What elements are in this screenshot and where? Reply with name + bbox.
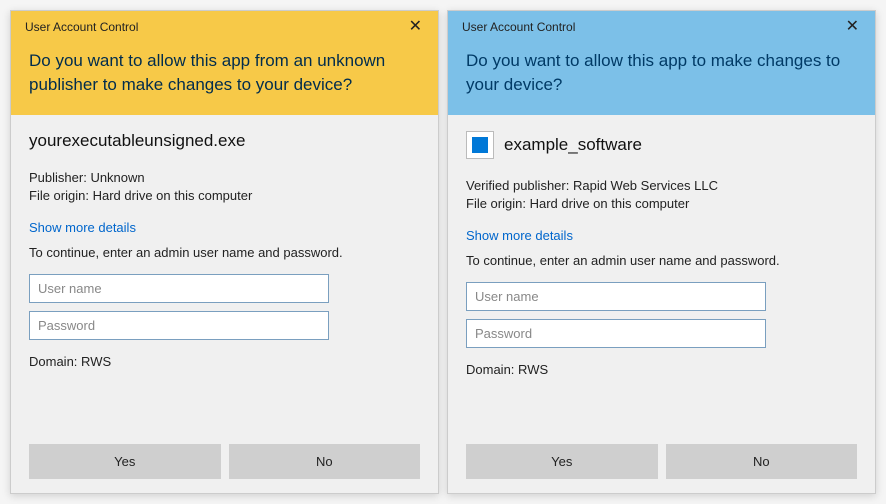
app-line: example_software (466, 131, 857, 159)
titlebar-text: User Account Control (462, 20, 575, 34)
app-line: yourexecutableunsigned.exe (29, 131, 420, 151)
app-icon-inner (472, 137, 488, 153)
yes-button[interactable]: Yes (29, 444, 221, 479)
dialog-body: yourexecutableunsigned.exe Publisher: Un… (11, 115, 438, 493)
yes-button[interactable]: Yes (466, 444, 658, 479)
no-button[interactable]: No (666, 444, 858, 479)
credential-instruction: To continue, enter an admin user name an… (466, 253, 857, 268)
close-icon[interactable]: ✕ (840, 17, 865, 37)
publisher-value: Rapid Web Services LLC (573, 178, 718, 193)
button-row: Yes No (29, 444, 420, 479)
origin-value: Hard drive on this computer (93, 188, 253, 203)
credential-instruction: To continue, enter an admin user name an… (29, 245, 420, 260)
domain-label: Domain: (29, 354, 77, 369)
titlebar: User Account Control ✕ (448, 11, 875, 41)
app-meta: Publisher: Unknown File origin: Hard dri… (29, 169, 420, 207)
origin-row: File origin: Hard drive on this computer (29, 187, 420, 206)
domain-label: Domain: (466, 362, 514, 377)
show-more-details-link[interactable]: Show more details (466, 228, 857, 243)
no-button[interactable]: No (229, 444, 421, 479)
titlebar-text: User Account Control (25, 20, 138, 34)
uac-heading: Do you want to allow this app from an un… (11, 41, 438, 115)
app-icon (466, 131, 494, 159)
password-input[interactable] (466, 319, 766, 348)
origin-value: Hard drive on this computer (530, 196, 690, 211)
domain-value: RWS (81, 354, 111, 369)
uac-dialog-verified: User Account Control ✕ Do you want to al… (447, 10, 876, 494)
origin-label: File origin: (466, 196, 526, 211)
password-input[interactable] (29, 311, 329, 340)
uac-dialog-unsigned: User Account Control ✕ Do you want to al… (10, 10, 439, 494)
domain-row: Domain: RWS (29, 354, 420, 369)
domain-row: Domain: RWS (466, 362, 857, 377)
publisher-value: Unknown (90, 170, 144, 185)
username-input[interactable] (466, 282, 766, 311)
publisher-label: Verified publisher: (466, 178, 569, 193)
titlebar: User Account Control ✕ (11, 11, 438, 41)
app-name: yourexecutableunsigned.exe (29, 131, 245, 151)
publisher-label: Publisher: (29, 170, 87, 185)
domain-value: RWS (518, 362, 548, 377)
username-input[interactable] (29, 274, 329, 303)
publisher-row: Publisher: Unknown (29, 169, 420, 188)
origin-label: File origin: (29, 188, 89, 203)
button-row: Yes No (466, 444, 857, 479)
app-meta: Verified publisher: Rapid Web Services L… (466, 177, 857, 215)
show-more-details-link[interactable]: Show more details (29, 220, 420, 235)
uac-heading: Do you want to allow this app to make ch… (448, 41, 875, 115)
app-name: example_software (504, 135, 642, 155)
dialog-body: example_software Verified publisher: Rap… (448, 115, 875, 493)
close-icon[interactable]: ✕ (403, 17, 428, 37)
origin-row: File origin: Hard drive on this computer (466, 195, 857, 214)
publisher-row: Verified publisher: Rapid Web Services L… (466, 177, 857, 196)
